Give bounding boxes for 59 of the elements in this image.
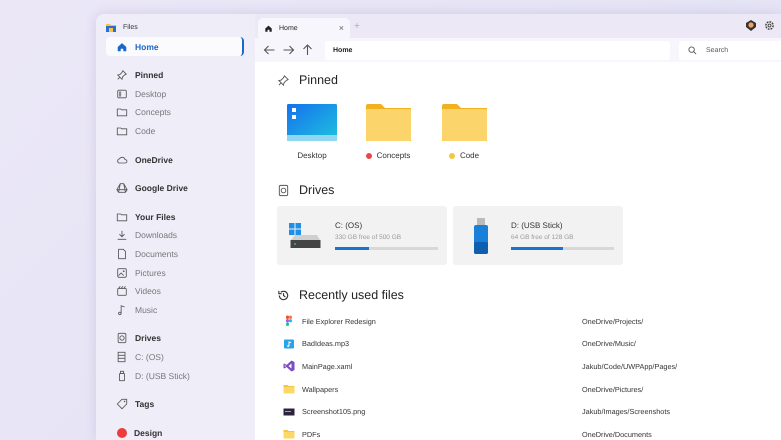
music-file-icon (283, 338, 295, 350)
home-icon (116, 40, 128, 52)
drive-name: C: (OS) (335, 221, 364, 230)
section-title: Drives (299, 183, 334, 197)
picture-icon (116, 266, 128, 279)
settings-icon[interactable] (764, 20, 775, 31)
pin-icon (277, 74, 290, 86)
avatar-icon[interactable] (746, 20, 756, 31)
drive-icon (277, 184, 290, 196)
sidebar-item[interactable]: Tags (106, 394, 245, 414)
sidebar-item[interactable]: Your Files (106, 208, 245, 226)
folder-icon (116, 210, 128, 223)
drive-icon (116, 182, 128, 194)
hard-drive-icon (289, 222, 321, 248)
folder-icon (283, 383, 295, 396)
usb-stick-icon (116, 370, 128, 382)
sidebar-item[interactable]: Drives (106, 329, 245, 348)
pinned-label[interactable]: Concepts (376, 151, 410, 160)
sidebar-item[interactable]: Videos (106, 282, 245, 301)
sidebar-item[interactable]: Pictures (106, 263, 245, 282)
section-title: Recently used files (299, 288, 404, 302)
drive-name: D: (USB Stick) (511, 221, 564, 230)
sidebar-item[interactable]: C: (OS) (106, 348, 245, 366)
sidebar-item[interactable]: Concepts (106, 103, 245, 122)
forward-button[interactable] (281, 43, 296, 57)
sidebar-item[interactable]: Pinned (106, 66, 245, 85)
home-icon (264, 24, 273, 32)
app-icon (106, 22, 116, 32)
sidebar-item[interactable]: Documents (106, 244, 245, 264)
image-file-icon (283, 406, 295, 418)
section-title: Pinned (299, 73, 338, 87)
sidebar-item[interactable]: Home (106, 37, 244, 56)
search-icon (688, 46, 697, 54)
pinned-label[interactable]: Code (460, 151, 480, 160)
video-icon (116, 285, 128, 298)
download-icon (116, 229, 128, 242)
sidebar-item[interactable]: Code (106, 122, 245, 140)
folder-icon (116, 106, 128, 118)
desktop-thumbnail[interactable] (287, 104, 337, 141)
sidebar-item[interactable]: Desktop (106, 84, 245, 104)
document-icon (116, 248, 128, 260)
folder-icon (283, 428, 295, 440)
pin-icon (116, 69, 128, 82)
sidebar-item[interactable]: D: (USB Stick) (106, 366, 245, 385)
sidebar-item[interactable]: OneDrive (106, 150, 245, 169)
sidebar-item[interactable]: Design (106, 424, 245, 440)
code-file-icon (283, 360, 295, 372)
pinned-label[interactable]: Desktop (297, 151, 327, 160)
design-file-icon (283, 315, 295, 328)
desktop-icon (116, 88, 128, 100)
tag-icon (116, 398, 128, 410)
sidebar-item[interactable]: Music (106, 300, 245, 320)
sidebar-item[interactable]: Google Drive (106, 178, 245, 198)
back-button[interactable] (262, 43, 277, 57)
sidebar-item[interactable]: Downloads (106, 226, 245, 245)
history-icon (277, 288, 290, 302)
close-tab-button[interactable]: × (338, 23, 344, 33)
folder-icon (116, 125, 128, 138)
usb-stick-icon (473, 218, 489, 254)
